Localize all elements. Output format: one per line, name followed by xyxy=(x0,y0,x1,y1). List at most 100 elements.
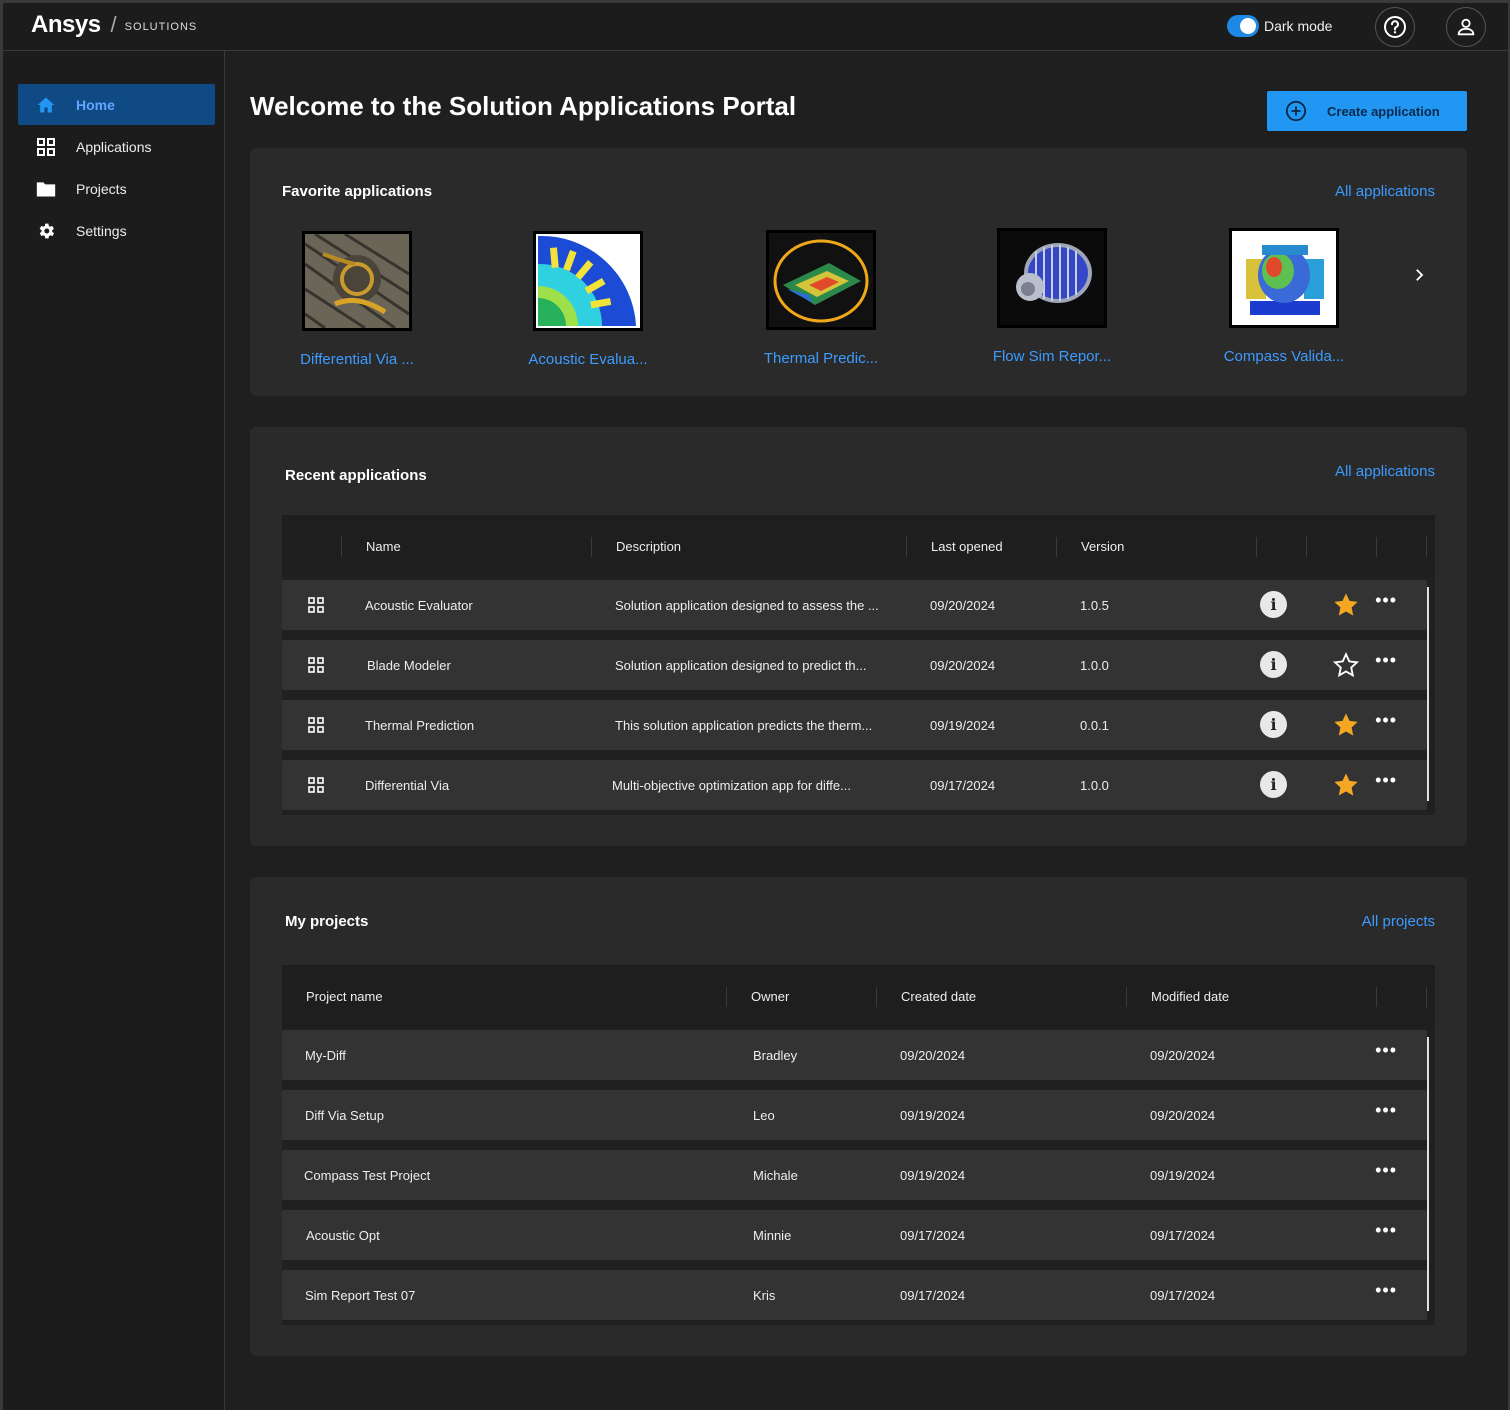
app-thumbnail[interactable] xyxy=(997,228,1107,328)
favorite-app-card[interactable]: Compass Valida... xyxy=(1199,228,1369,365)
favorite-app-name[interactable]: Compass Valida... xyxy=(1199,348,1369,365)
app-thumbnail[interactable] xyxy=(766,230,876,330)
more-options-icon[interactable]: ••• xyxy=(1375,1280,1397,1301)
column-header-last-opened[interactable]: Last opened xyxy=(931,539,1003,554)
grid-icon xyxy=(308,597,324,613)
favorite-app-name[interactable]: Differential Via ... xyxy=(272,351,442,368)
toggle-switch[interactable] xyxy=(1227,15,1259,37)
favorites-title: Favorite applications xyxy=(282,183,433,200)
project-created-date: 09/19/2024 xyxy=(900,1108,966,1123)
table-row[interactable]: Acoustic Opt Minnie 09/17/2024 09/17/202… xyxy=(282,1210,1427,1260)
user-icon xyxy=(1457,18,1475,36)
app-name[interactable]: Differential Via xyxy=(365,778,449,793)
column-header-modified-date[interactable]: Modified date xyxy=(1151,989,1229,1004)
folder-icon xyxy=(36,179,56,199)
app-last-opened: 09/17/2024 xyxy=(930,778,996,793)
more-options-icon[interactable]: ••• xyxy=(1375,590,1397,611)
help-button[interactable] xyxy=(1375,7,1415,47)
project-name[interactable]: Compass Test Project xyxy=(304,1168,430,1183)
more-options-icon[interactable]: ••• xyxy=(1375,1040,1397,1061)
info-icon[interactable]: i xyxy=(1260,711,1287,738)
chevron-right-icon[interactable] xyxy=(1410,266,1428,284)
recent-applications-table: Name Description Last opened Version Aco… xyxy=(282,515,1435,815)
table-row[interactable]: My-Diff Bradley 09/20/2024 09/20/2024 ••… xyxy=(282,1030,1427,1080)
more-options-icon[interactable]: ••• xyxy=(1375,770,1397,791)
column-header-name[interactable]: Name xyxy=(366,539,401,554)
column-header-created-date[interactable]: Created date xyxy=(901,989,976,1004)
scrollbar[interactable] xyxy=(1427,587,1429,801)
sidebar-item-label: Projects xyxy=(76,180,127,197)
project-owner: Michale xyxy=(753,1168,798,1183)
more-options-icon[interactable]: ••• xyxy=(1375,1160,1397,1181)
gear-icon xyxy=(36,221,56,241)
project-modified-date: 09/20/2024 xyxy=(1150,1108,1216,1123)
app-last-opened: 09/20/2024 xyxy=(930,658,996,673)
favorite-app-card[interactable]: Thermal Predic... xyxy=(736,230,906,367)
table-row[interactable]: Acoustic Evaluator Solution application … xyxy=(282,580,1427,630)
recent-applications-card: Recent applications All applications Nam… xyxy=(250,427,1467,846)
info-icon[interactable]: i xyxy=(1260,771,1287,798)
column-header-owner[interactable]: Owner xyxy=(751,989,789,1004)
star-filled-icon[interactable] xyxy=(1332,711,1360,739)
sidebar-item-projects[interactable]: Projects xyxy=(18,168,215,209)
add-circle-icon xyxy=(1285,100,1307,122)
dark-mode-toggle[interactable]: Dark mode xyxy=(1227,15,1332,37)
table-row[interactable]: Diff Via Setup Leo 09/19/2024 09/20/2024… xyxy=(282,1090,1427,1140)
favorite-app-card[interactable]: Differential Via ... xyxy=(272,231,442,368)
project-name[interactable]: Acoustic Opt xyxy=(306,1228,380,1243)
all-applications-link[interactable]: All applications xyxy=(1335,183,1435,200)
app-version: 0.0.1 xyxy=(1080,718,1109,733)
app-name[interactable]: Acoustic Evaluator xyxy=(365,598,473,613)
favorite-applications-card: Favorite applications All applications D… xyxy=(250,148,1467,396)
project-name[interactable]: Diff Via Setup xyxy=(305,1108,384,1123)
sidebar-item-applications[interactable]: Applications xyxy=(18,126,215,167)
project-name[interactable]: My-Diff xyxy=(305,1048,346,1063)
favorite-app-name[interactable]: Thermal Predic... xyxy=(736,350,906,367)
column-header-description[interactable]: Description xyxy=(616,539,681,554)
more-options-icon[interactable]: ••• xyxy=(1375,650,1397,671)
grid-icon xyxy=(308,777,324,793)
app-thumbnail[interactable] xyxy=(1229,228,1339,328)
table-row[interactable]: Sim Report Test 07 Kris 09/17/2024 09/17… xyxy=(282,1270,1427,1320)
create-application-button[interactable]: Create application xyxy=(1267,91,1467,131)
dark-mode-label: Dark mode xyxy=(1264,18,1333,34)
more-options-icon[interactable]: ••• xyxy=(1375,710,1397,731)
ansys-logo: Ansys xyxy=(31,11,101,38)
app-thumbnail[interactable] xyxy=(533,231,643,331)
column-header-project-name[interactable]: Project name xyxy=(306,989,383,1004)
project-modified-date: 09/19/2024 xyxy=(1150,1168,1216,1183)
more-options-icon[interactable]: ••• xyxy=(1375,1220,1397,1241)
app-last-opened: 09/19/2024 xyxy=(930,718,996,733)
grid-icon xyxy=(308,657,324,673)
table-row[interactable]: Compass Test Project Michale 09/19/2024 … xyxy=(282,1150,1427,1200)
column-header-version[interactable]: Version xyxy=(1081,539,1124,554)
app-thumbnail[interactable] xyxy=(302,231,412,331)
sidebar-item-settings[interactable]: Settings xyxy=(18,210,215,251)
user-button[interactable] xyxy=(1446,7,1486,47)
more-options-icon[interactable]: ••• xyxy=(1375,1100,1397,1121)
table-row[interactable]: Differential Via Multi-objective optimiz… xyxy=(282,760,1427,810)
table-row[interactable]: Thermal Prediction This solution applica… xyxy=(282,700,1427,750)
grid-icon xyxy=(36,137,56,157)
project-name[interactable]: Sim Report Test 07 xyxy=(305,1288,415,1303)
app-name[interactable]: Thermal Prediction xyxy=(365,718,474,733)
star-outline-icon[interactable] xyxy=(1332,651,1360,679)
project-owner: Kris xyxy=(753,1288,776,1303)
favorite-app-name[interactable]: Acoustic Evalua... xyxy=(503,351,673,368)
all-applications-link[interactable]: All applications xyxy=(1335,463,1435,480)
favorite-app-card[interactable]: Flow Sim Repor... xyxy=(967,228,1137,365)
grid-icon xyxy=(308,717,324,733)
favorite-app-name[interactable]: Flow Sim Repor... xyxy=(967,348,1137,365)
table-row[interactable]: Blade Modeler Solution application desig… xyxy=(282,640,1427,690)
star-filled-icon[interactable] xyxy=(1332,771,1360,799)
sidebar-item-home[interactable]: Home xyxy=(18,84,215,125)
star-filled-icon[interactable] xyxy=(1332,591,1360,619)
app-name[interactable]: Blade Modeler xyxy=(367,658,451,673)
info-icon[interactable]: i xyxy=(1260,651,1287,678)
scrollbar[interactable] xyxy=(1427,1037,1429,1311)
info-icon[interactable]: i xyxy=(1260,591,1287,618)
favorite-app-card[interactable]: Acoustic Evalua... xyxy=(503,231,673,368)
brand[interactable]: Ansys / SOLUTIONS xyxy=(31,11,197,39)
sidebar: Home Applications Projects Settings xyxy=(3,51,225,1410)
all-projects-link[interactable]: All projects xyxy=(1362,913,1435,930)
